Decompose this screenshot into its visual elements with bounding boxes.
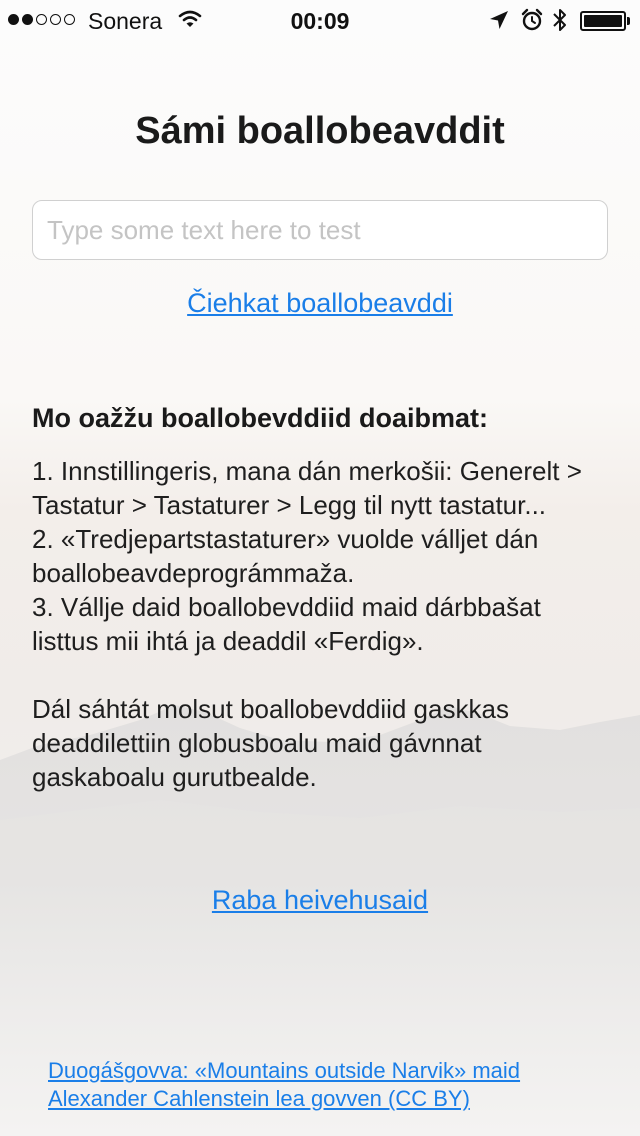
instructions-heading: Mo oažžu boallobevddiid doaibmat:: [32, 403, 488, 433]
open-settings-link-row: Raba heivehusaid: [0, 885, 640, 916]
battery-tip: [627, 17, 630, 25]
photo-credit-link[interactable]: Duogášgovva: «Mountains outside Narvik» …: [48, 1058, 520, 1111]
alarm-clock-icon: [521, 8, 543, 31]
instructions-section: Mo oažžu boallobevddiid doaibmat: 1. Inn…: [32, 401, 612, 794]
battery-level: [584, 15, 622, 27]
instruction-step-1: 1. Innstillingeris, mana dán merkošii: G…: [32, 456, 582, 520]
status-bar: Sonera 00:09: [0, 0, 640, 40]
instructions-note: Dál sáhtát molsut boallobevddiid gaskkas…: [32, 694, 509, 792]
bluetooth-icon: [553, 9, 566, 31]
status-time: 00:09: [290, 8, 350, 34]
test-text-input[interactable]: [32, 200, 608, 260]
hide-keyboard-link[interactable]: Čiehkat boallobeavddi: [187, 288, 453, 318]
battery-icon: [580, 11, 626, 31]
hide-keyboard-link-row: Čiehkat boallobeavddi: [0, 288, 640, 319]
page-title: Sámi boallobeavddit: [135, 110, 505, 152]
photo-credit-row: Duogášgovva: «Mountains outside Narvik» …: [48, 1057, 608, 1113]
location-arrow-icon: [490, 11, 508, 29]
instruction-step-2: 2. «Tredjepartstastaturer» vuolde vállje…: [32, 524, 539, 588]
instruction-step-3: 3. Vállje daid boallobevddiid maid dárbb…: [32, 592, 541, 656]
open-settings-link[interactable]: Raba heivehusaid: [212, 885, 428, 915]
